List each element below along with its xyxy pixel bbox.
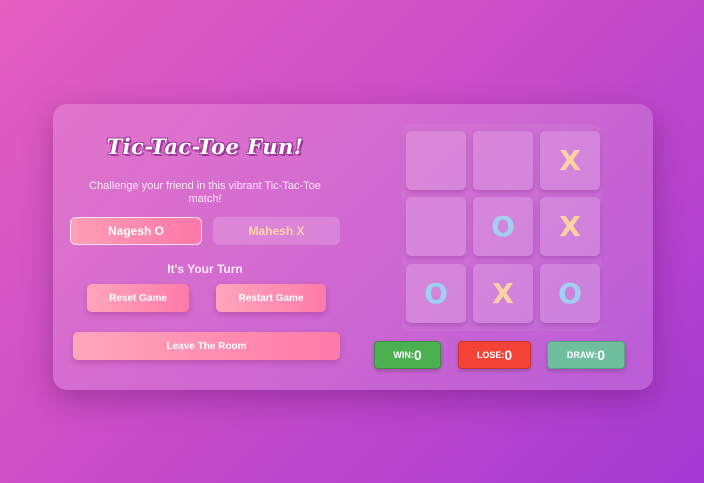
win-value: 0 <box>413 347 422 363</box>
game-board: X O X O X O <box>402 124 601 331</box>
board-cell-2-1[interactable]: X <box>473 264 533 323</box>
board-cell-0-2[interactable]: X <box>540 131 600 190</box>
turn-status: It's Your Turn <box>167 262 243 276</box>
board-cell-2-2[interactable]: O <box>540 264 600 323</box>
leave-room-button[interactable]: Leave The Room <box>73 332 340 360</box>
player-label: Mahesh X <box>248 224 305 238</box>
reset-game-button[interactable]: Reset Game <box>87 284 189 312</box>
game-title: Tic-Tac-Toe Fun! <box>106 134 304 159</box>
draw-label: DRAW: <box>566 350 598 360</box>
player-nagesh-button[interactable]: Nagesh O <box>70 217 202 245</box>
player-label: Nagesh O <box>107 224 164 238</box>
lose-label: LOSE: <box>476 350 505 360</box>
lose-value: 0 <box>504 347 513 363</box>
board-cell-0-1[interactable] <box>473 131 533 190</box>
game-subtitle: Challenge your friend in this vibrant Ti… <box>89 180 321 205</box>
win-label: WIN: <box>393 350 414 360</box>
board-cell-1-2[interactable]: X <box>540 197 600 256</box>
draw-score-badge: DRAW: 0 <box>547 341 625 369</box>
control-panel: Tic-Tac-Toe Fun! Challenge your friend i… <box>70 104 340 390</box>
board-cell-0-0[interactable] <box>406 131 466 190</box>
game-card: Tic-Tac-Toe Fun! Challenge your friend i… <box>53 104 653 390</box>
board-cell-1-0[interactable] <box>406 197 466 256</box>
board-cell-1-1[interactable]: O <box>473 197 533 256</box>
player-mahesh-button[interactable]: Mahesh X <box>213 217 340 245</box>
win-score-badge: WIN: 0 <box>374 341 441 369</box>
board-cell-2-0[interactable]: O <box>406 264 466 323</box>
restart-game-button[interactable]: Restart Game <box>216 284 326 312</box>
draw-value: 0 <box>597 347 606 363</box>
lose-score-badge: LOSE: 0 <box>458 341 531 369</box>
